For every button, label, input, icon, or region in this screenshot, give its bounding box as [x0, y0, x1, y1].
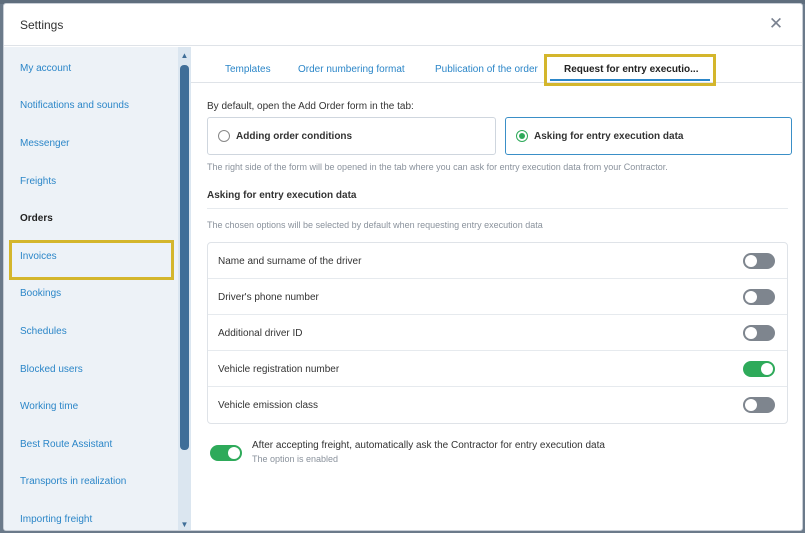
sidebar-item-schedules[interactable]: Schedules — [20, 326, 67, 337]
additional-driver-id-toggle[interactable] — [743, 325, 775, 341]
toggle-knob — [745, 399, 757, 411]
list-item: Vehicle registration number — [208, 351, 787, 387]
entry-data-options-list: Name and surname of the driver Driver's … — [207, 242, 788, 424]
option-label: Additional driver ID — [218, 328, 303, 339]
radio-asking-for-entry-execution-data[interactable]: Asking for entry execution data — [505, 117, 792, 155]
sidebar-item-messenger[interactable]: Messenger — [20, 138, 69, 149]
tab-templates[interactable]: Templates — [225, 64, 271, 75]
sidebar-item-working-time[interactable]: Working time — [20, 401, 78, 412]
toggle-knob — [745, 291, 757, 303]
vehicle-registration-toggle[interactable] — [743, 361, 775, 377]
list-item: Driver's phone number — [208, 279, 787, 315]
vehicle-emission-class-toggle[interactable] — [743, 397, 775, 413]
sidebar-item-bookings[interactable]: Bookings — [20, 288, 61, 299]
radio-adding-order-conditions[interactable]: Adding order conditions — [207, 117, 496, 155]
scrollbar-thumb[interactable] — [180, 65, 189, 450]
driver-phone-toggle[interactable] — [743, 289, 775, 305]
driver-name-toggle[interactable] — [743, 253, 775, 269]
tab-publication-of-the-order[interactable]: Publication of the order — [435, 64, 538, 75]
active-tab-underline — [550, 79, 710, 81]
radio-label: Adding order conditions — [236, 131, 353, 142]
tab-order-numbering-format[interactable]: Order numbering format — [298, 64, 405, 75]
settings-dialog: Settings ✕ My account Notifications and … — [3, 3, 803, 531]
radio-button[interactable] — [218, 130, 230, 142]
orders-tabs: Templates Order numbering format Publica… — [191, 47, 802, 86]
auto-ask-status: The option is enabled — [252, 454, 339, 464]
list-item: Name and surname of the driver — [208, 243, 787, 279]
list-item: Additional driver ID — [208, 315, 787, 351]
sidebar-item-notifications[interactable]: Notifications and sounds — [20, 100, 129, 111]
sidebar-item-freights[interactable]: Freights — [20, 176, 56, 187]
radio-label: Asking for entry execution data — [534, 131, 684, 142]
section-divider — [207, 208, 788, 209]
settings-sidebar: My account Notifications and sounds Mess… — [4, 47, 178, 530]
default-tab-label: By default, open the Add Order form in t… — [207, 101, 414, 112]
default-tab-hint: The right side of the form will be opene… — [207, 162, 668, 172]
sidebar-scrollbar[interactable]: ▲ ▼ — [178, 47, 191, 530]
sidebar-item-orders[interactable]: Orders — [20, 213, 53, 224]
option-label: Driver's phone number — [218, 292, 319, 303]
tab-request-for-entry-execution[interactable]: Request for entry executio... — [564, 64, 698, 75]
sidebar-item-transports-in-realization[interactable]: Transports in realization — [20, 476, 126, 487]
sidebar-item-my-account[interactable]: My account — [20, 63, 71, 74]
section-title: Asking for entry execution data — [207, 190, 357, 201]
option-label: Vehicle registration number — [218, 364, 340, 375]
auto-ask-toggle[interactable] — [210, 445, 242, 461]
sidebar-item-blocked-users[interactable]: Blocked users — [20, 364, 83, 375]
dialog-title: Settings — [20, 18, 64, 32]
settings-content: Templates Order numbering format Publica… — [191, 47, 802, 530]
toggle-knob — [745, 255, 757, 267]
scroll-up-arrow-icon[interactable]: ▲ — [178, 51, 191, 61]
sidebar-item-importing-freight[interactable]: Importing freight — [20, 514, 92, 525]
sidebar-item-invoices[interactable]: Invoices — [20, 251, 57, 262]
scroll-down-arrow-icon[interactable]: ▼ — [178, 520, 191, 530]
toggle-knob — [228, 447, 240, 459]
section-hint: The chosen options will be selected by d… — [207, 220, 543, 230]
sidebar-item-best-route-assistant[interactable]: Best Route Assistant — [20, 439, 112, 450]
option-label: Vehicle emission class — [218, 400, 319, 411]
dialog-header: Settings ✕ — [4, 4, 802, 46]
close-icon[interactable]: ✕ — [766, 14, 786, 34]
list-item: Vehicle emission class — [208, 387, 787, 423]
toggle-knob — [745, 327, 757, 339]
toggle-knob — [761, 363, 773, 375]
option-label: Name and surname of the driver — [218, 256, 362, 267]
radio-button[interactable] — [516, 130, 528, 142]
auto-ask-label: After accepting freight, automatically a… — [252, 440, 605, 451]
